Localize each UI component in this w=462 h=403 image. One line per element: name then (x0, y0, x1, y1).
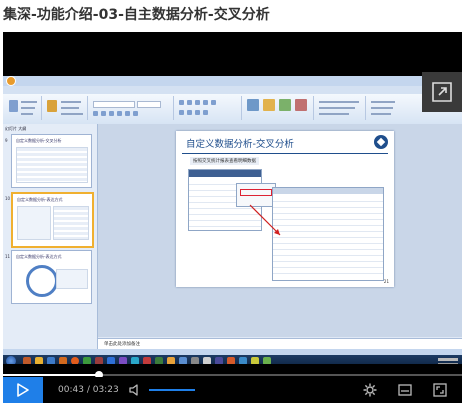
expand-button[interactable] (422, 72, 462, 112)
slide-page-number: 21 (383, 279, 389, 284)
firefox-icon (71, 357, 79, 364)
ppt-title-bar (3, 76, 462, 86)
notes-placeholder: 单击此处添加备注 (104, 342, 140, 347)
taskbar-app-icon (215, 357, 223, 364)
current-time: 00:43 (58, 385, 84, 395)
ribbon-group (43, 96, 88, 120)
taskbar-app-icon (155, 357, 163, 364)
taskbar-app-icon (83, 357, 91, 364)
windows-taskbar (3, 355, 462, 364)
current-slide: 自定义数据分析-交叉分析 按照交叉统计报表查看明细数据 21 (176, 131, 394, 287)
thumbnail-title: 自定义数据分析-交叉分析 (16, 138, 62, 143)
company-logo-icon (374, 135, 388, 149)
slide-number: 9 (5, 138, 8, 143)
taskbar-app-icon (95, 357, 103, 364)
taskbar-app-icon (119, 357, 127, 364)
office-button-icon (6, 76, 16, 86)
slide-thumbnail-selected[interactable]: 自定义数据分析-表达方式 (11, 192, 94, 248)
time-display: 00:43 / 03:23 (58, 385, 119, 395)
red-arrow-icon (249, 204, 281, 236)
taskbar-app-icon (179, 357, 187, 364)
taskbar-app-icon (107, 357, 115, 364)
detail-table-screenshot (272, 187, 384, 281)
ribbon-group (243, 96, 314, 120)
slide-subtitle: 按照交叉统计报表查看明细数据 (190, 157, 259, 165)
progress-bar[interactable] (3, 371, 462, 379)
ppt-ribbon (3, 94, 462, 125)
play-icon (17, 383, 29, 397)
ppt-ribbon-tabs: 开始 插入 设计 动画 幻灯片放映 审阅 视图 (3, 86, 462, 104)
ribbon-group (367, 96, 417, 120)
page-title: 集深-功能介绍-03-自主数据分析-交叉分析 (3, 7, 270, 23)
ribbon-group (89, 96, 174, 120)
taskbar-app-icon (191, 357, 199, 364)
caption-icon[interactable] (398, 383, 412, 397)
taskbar-app-icon (59, 357, 67, 364)
powerpoint-icon (143, 357, 151, 364)
taskbar-app-icon (251, 357, 259, 364)
play-button[interactable] (3, 377, 43, 403)
expand-icon (432, 82, 452, 102)
ribbon-group (315, 96, 366, 120)
volume-icon[interactable] (128, 383, 142, 397)
taskbar-app-icon (263, 357, 271, 364)
slide-thumbnail[interactable]: 自定义数据分析-交叉分析 (11, 134, 92, 188)
slide-thumbnails-pane: 幻灯片 大纲 9 自定义数据分析-交叉分析 10 自定义数据分析-表达方式 11… (3, 124, 98, 349)
volume-slider[interactable] (149, 389, 195, 391)
duration: 03:23 (92, 385, 119, 395)
thumbnail-title: 自定义数据分析-表达方式 (17, 197, 63, 202)
settings-icon[interactable] (363, 383, 377, 397)
taskbar-app-icon (167, 357, 175, 364)
video-player[interactable]: 开始 插入 设计 动画 幻灯片放映 审阅 视图 (3, 32, 462, 403)
video-frame-powerpoint: 开始 插入 设计 动画 幻灯片放映 审阅 视图 (3, 76, 462, 364)
taskbar-app-icon (23, 357, 31, 364)
taskbar-app-icon (131, 357, 139, 364)
slide-number: 11 (5, 254, 11, 259)
ribbon-group (175, 96, 242, 120)
time-separator: / (86, 385, 90, 395)
slide-thumbnail[interactable]: 自定义数据分析-表达方式 (11, 250, 92, 304)
ribbon-group (5, 96, 42, 120)
slide-number: 10 (5, 196, 11, 201)
taskbar-app-icon (203, 357, 211, 364)
folder-icon (35, 357, 43, 364)
left-pane-tabs: 幻灯片 大纲 (5, 126, 27, 131)
taskbar-app-icon (239, 357, 247, 364)
progress-fill (3, 374, 100, 376)
fullscreen-icon[interactable] (433, 383, 447, 397)
slide-canvas: 自定义数据分析-交叉分析 按照交叉统计报表查看明细数据 21 (98, 124, 462, 337)
windows-start-icon (6, 356, 16, 364)
taskbar-app-icon (227, 357, 235, 364)
thumbnail-title: 自定义数据分析-表达方式 (16, 254, 62, 259)
taskbar-clock (438, 356, 458, 364)
taskbar-app-icon (47, 357, 55, 364)
control-bar: 00:43 / 03:23 (3, 377, 462, 403)
slide-title: 自定义数据分析-交叉分析 (186, 139, 294, 150)
